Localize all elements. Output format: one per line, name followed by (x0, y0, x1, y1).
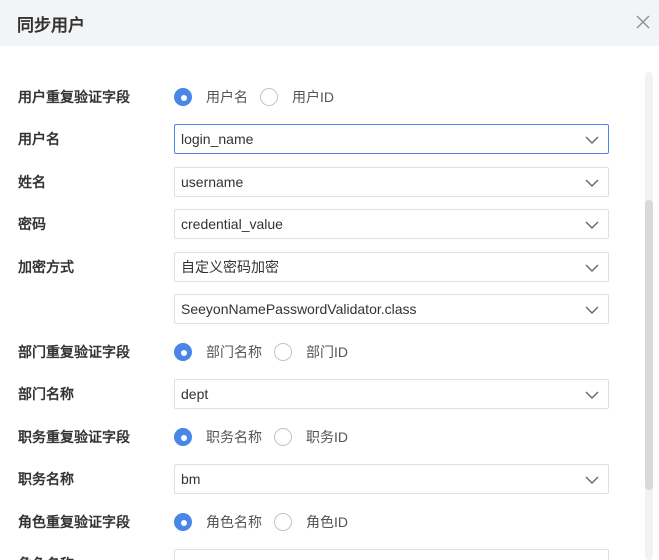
role-name-row: 角色名称 (0, 549, 640, 560)
fullname-row: 姓名 username (0, 167, 640, 197)
select-value: credential_value (181, 216, 283, 232)
username-row: 用户名 login_name (0, 124, 640, 154)
radio-circle[interactable] (274, 428, 292, 446)
role-dedup-radio-group: 角色名称 角色ID (174, 507, 360, 537)
dept-dedup-label: 部门重复验证字段 (18, 344, 130, 360)
radio-label: 角色ID (306, 514, 348, 530)
username-select[interactable]: login_name (174, 124, 609, 154)
select-value: 自定义密码加密 (181, 259, 279, 275)
chevron-down-icon (585, 264, 599, 272)
encryption-class-select[interactable]: SeeyonNamePasswordValidator.class (174, 294, 609, 324)
dept-dedup-row: 部门重复验证字段 部门名称 部门ID (0, 337, 640, 367)
fullname-select[interactable]: username (174, 167, 609, 197)
select-value: dept (181, 386, 209, 402)
radio-post-name[interactable]: 职务名称 (174, 427, 262, 447)
encryption-label: 加密方式 (18, 259, 74, 275)
role-dedup-row: 角色重复验证字段 角色名称 角色ID (0, 507, 640, 537)
encryption-row: 加密方式 自定义密码加密 (0, 252, 640, 282)
radio-circle-checked[interactable] (174, 343, 192, 361)
dialog-title: 同步用户 (17, 15, 85, 35)
password-select[interactable]: credential_value (174, 209, 609, 239)
dialog-header: 同步用户 (0, 0, 659, 46)
chevron-down-icon (585, 476, 599, 484)
post-name-select[interactable]: bm (174, 464, 609, 494)
chevron-down-icon (585, 179, 599, 187)
user-dedup-label: 用户重复验证字段 (18, 89, 130, 105)
password-label: 密码 (18, 216, 46, 232)
radio-role-name[interactable]: 角色名称 (174, 512, 262, 532)
post-name-label: 职务名称 (18, 471, 74, 487)
chevron-down-icon (585, 221, 599, 229)
dialog-body: 用户重复验证字段 用户名 用户ID 用户名 login_name 姓名 user… (0, 46, 659, 560)
password-row: 密码 credential_value (0, 209, 640, 239)
radio-username[interactable]: 用户名 (174, 87, 248, 107)
radio-dept-id[interactable]: 部门ID (274, 342, 348, 362)
dept-name-select[interactable]: dept (174, 379, 609, 409)
radio-circle-checked[interactable] (174, 88, 192, 106)
radio-circle[interactable] (274, 513, 292, 531)
role-name-select[interactable] (174, 549, 609, 560)
post-dedup-label: 职务重复验证字段 (18, 429, 130, 445)
encryption-select[interactable]: 自定义密码加密 (174, 252, 609, 282)
radio-label: 用户名 (206, 89, 248, 105)
radio-circle[interactable] (274, 343, 292, 361)
radio-label: 角色名称 (206, 514, 262, 530)
radio-label: 部门名称 (206, 344, 262, 360)
post-name-row: 职务名称 bm (0, 464, 640, 494)
fullname-label: 姓名 (18, 174, 46, 190)
select-value: bm (181, 471, 201, 487)
select-value: login_name (181, 131, 254, 147)
radio-circle[interactable] (260, 88, 278, 106)
radio-label: 职务名称 (206, 429, 262, 445)
radio-circle-checked[interactable] (174, 428, 192, 446)
close-button[interactable] (633, 12, 653, 32)
chevron-down-icon (585, 391, 599, 399)
role-dedup-label: 角色重复验证字段 (18, 514, 130, 530)
chevron-down-icon (585, 306, 599, 314)
role-name-label: 角色名称 (18, 549, 74, 560)
dept-name-label: 部门名称 (18, 386, 74, 402)
username-label: 用户名 (18, 131, 60, 147)
user-dedup-row: 用户重复验证字段 用户名 用户ID (0, 82, 640, 112)
dept-dedup-radio-group: 部门名称 部门ID (174, 337, 360, 367)
radio-label: 用户ID (292, 89, 334, 105)
radio-circle-checked[interactable] (174, 513, 192, 531)
radio-post-id[interactable]: 职务ID (274, 427, 348, 447)
radio-role-id[interactable]: 角色ID (274, 512, 348, 532)
chevron-down-icon (585, 136, 599, 144)
post-dedup-row: 职务重复验证字段 职务名称 职务ID (0, 422, 640, 452)
radio-label: 职务ID (306, 429, 348, 445)
radio-user-id[interactable]: 用户ID (260, 87, 334, 107)
dept-name-row: 部门名称 dept (0, 379, 640, 409)
post-dedup-radio-group: 职务名称 职务ID (174, 422, 360, 452)
encryption-class-row: SeeyonNamePasswordValidator.class (0, 294, 640, 324)
radio-label: 部门ID (306, 344, 348, 360)
select-value: SeeyonNamePasswordValidator.class (181, 301, 417, 317)
user-dedup-radio-group: 用户名 用户ID (174, 82, 346, 112)
select-value: username (181, 174, 244, 190)
scrollbar-thumb[interactable] (645, 200, 653, 490)
close-icon (636, 15, 650, 29)
radio-dept-name[interactable]: 部门名称 (174, 342, 262, 362)
